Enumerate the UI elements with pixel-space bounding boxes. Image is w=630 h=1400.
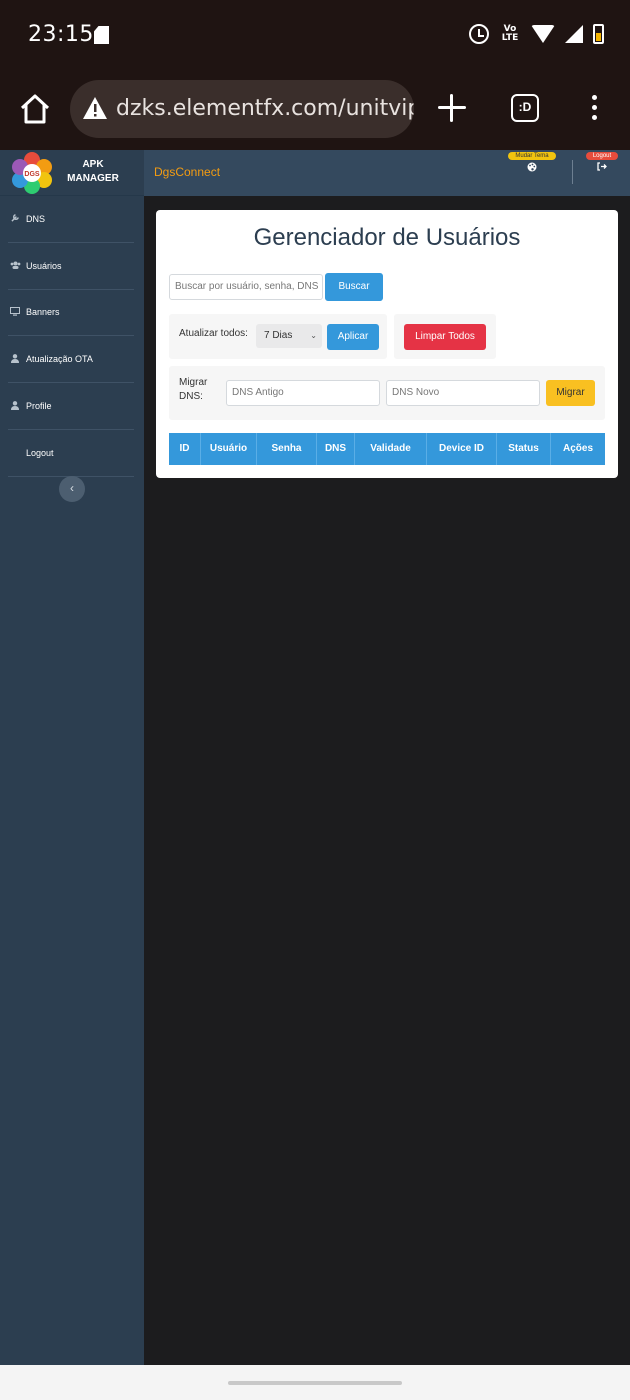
system-navigation-bar — [0, 1365, 630, 1400]
palette-icon — [508, 162, 556, 175]
sidebar-item-logout[interactable]: Logout — [8, 430, 134, 477]
status-bar: 23:15 Vo LTE — [0, 0, 630, 72]
not-secure-warning-icon[interactable] — [82, 96, 108, 120]
users-icon — [8, 261, 22, 271]
sidebar-item-label: Banners — [26, 307, 60, 318]
volte-icon: Vo LTE — [501, 24, 519, 43]
search-input[interactable]: Buscar por usuário, senha, DNS — [169, 274, 323, 300]
user-icon — [8, 400, 22, 412]
sidebar-item-label: Logout — [26, 447, 54, 458]
table-header-status: Status — [497, 433, 551, 465]
new-dns-input[interactable]: DNS Novo — [386, 380, 540, 406]
clear-all-button[interactable]: Limpar Todos — [404, 324, 486, 350]
logout-badge: Logout — [586, 152, 618, 160]
brand-line-1: APK — [82, 159, 104, 170]
logout-button[interactable]: Logout — [586, 152, 618, 174]
logo-text: DGS — [24, 171, 40, 178]
update-all-panel: Atualizar todos: 7 Dias ⌄ Aplicar — [169, 314, 387, 359]
sidebar-item-dns[interactable]: DNS — [8, 196, 134, 243]
user-icon — [8, 353, 22, 365]
alarm-icon — [469, 24, 489, 44]
apply-button[interactable]: Aplicar — [327, 324, 379, 350]
overflow-menu-icon[interactable] — [592, 95, 597, 121]
brand-name: APK MANAGER — [60, 158, 126, 186]
battery-icon — [593, 24, 604, 44]
status-time: 23:15 — [28, 22, 94, 47]
sidebar-item-label: DNS — [26, 213, 46, 224]
table-header-validade: Validade — [355, 433, 427, 465]
sidebar-item-label: Atualização OTA — [26, 354, 93, 365]
update-all-label: Atualizar todos: — [179, 328, 248, 339]
wrench-icon — [8, 213, 22, 224]
web-page: DGS APK MANAGER DNS Usuários Banners Atu… — [0, 150, 630, 1365]
page-title: Gerenciador de Usuários — [253, 224, 521, 251]
sidebar-collapse-button[interactable]: ‹ — [59, 476, 85, 502]
url-text[interactable]: dzks.elementfx.com/unitvip — [116, 96, 414, 121]
home-icon[interactable] — [18, 92, 52, 126]
search-button[interactable]: Buscar — [325, 273, 383, 301]
gesture-handle[interactable] — [228, 1381, 402, 1385]
clear-all-panel: Limpar Todos — [394, 314, 496, 359]
chevron-down-icon: ⌄ — [310, 331, 317, 340]
sidebar: DGS APK MANAGER DNS Usuários Banners Atu… — [0, 150, 144, 1365]
migrate-button[interactable]: Migrar — [546, 380, 595, 406]
app-logo: DGS — [12, 152, 52, 194]
update-days-select[interactable]: 7 Dias ⌄ — [256, 324, 322, 348]
users-manager-card: Gerenciador de Usuários Buscar por usuár… — [156, 210, 618, 478]
sidebar-item-banners[interactable]: Banners — [8, 290, 134, 337]
migrate-dns-panel: Migrar DNS: DNS Antigo DNS Novo Migrar — [169, 366, 605, 420]
migrate-label-line-1: Migrar — [179, 377, 208, 388]
update-days-value: 7 Dias — [264, 330, 293, 341]
top-navbar: DgsConnect Mudar Tema Logout — [144, 150, 630, 196]
address-bar[interactable]: dzks.elementfx.com/unitvip — [70, 80, 414, 138]
navbar-divider — [572, 160, 573, 184]
table-header-senha: Senha — [257, 433, 317, 465]
old-dns-input[interactable]: DNS Antigo — [226, 380, 380, 406]
new-tab-icon[interactable] — [438, 94, 466, 122]
wifi-icon — [531, 25, 555, 43]
brand-line-2: MANAGER — [67, 173, 119, 184]
table-header-acoes: Ações — [562, 443, 593, 454]
sidebar-item-atualizacao-ota[interactable]: Atualização OTA — [8, 336, 134, 384]
monitor-icon — [8, 306, 22, 318]
users-table-header: ID Usuário Senha DNS Validade Device ID … — [169, 433, 605, 465]
sidebar-item-usuarios[interactable]: Usuários — [8, 243, 134, 290]
browser-toolbar: dzks.elementfx.com/unitvip :D — [0, 72, 630, 150]
table-header-usuario: Usuário — [201, 433, 257, 465]
change-theme-badge: Mudar Tema — [508, 152, 556, 160]
signal-icon — [565, 25, 583, 43]
table-header-id: ID — [169, 433, 201, 465]
change-theme-button[interactable]: Mudar Tema — [508, 152, 556, 175]
table-header-dns: DNS — [317, 433, 355, 465]
tab-switcher-button[interactable]: :D — [511, 94, 539, 122]
sidebar-brand: DGS APK MANAGER — [0, 150, 144, 196]
table-header-device-id: Device ID — [427, 433, 497, 465]
sidebar-item-label: Usuários — [26, 260, 62, 271]
sidebar-item-profile[interactable]: Profile — [8, 383, 134, 430]
sidebar-item-label: Profile — [26, 401, 52, 412]
app-name[interactable]: DgsConnect — [154, 165, 220, 179]
sign-out-icon — [586, 162, 618, 174]
migrate-label-line-2: DNS: — [179, 391, 203, 402]
migrate-dns-label: Migrar DNS: — [179, 376, 207, 404]
sd-card-icon — [94, 26, 109, 44]
